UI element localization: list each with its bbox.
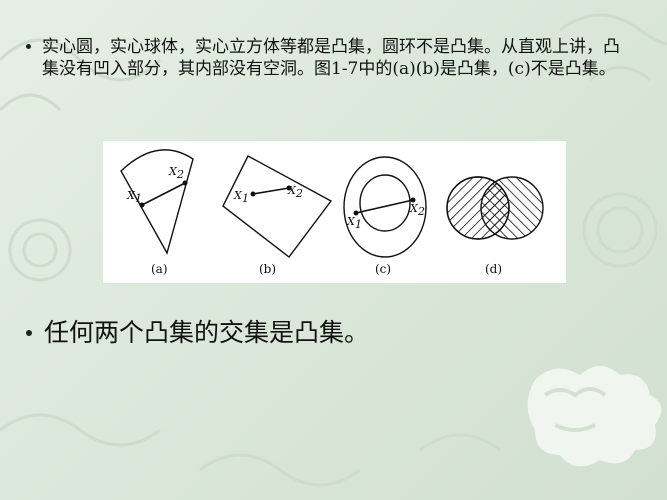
shape-d: (d)	[446, 176, 544, 276]
caption-a: (a)	[151, 262, 168, 276]
label-sub1-b: 1	[242, 192, 249, 205]
bullet-text-1: 实心圆，实心球体，实心立方体等都是凸集，圆环不是凸集。从直观上讲，凸集没有凹入部…	[42, 37, 620, 79]
bullet-item-1: 实心圆，实心球体，实心立方体等都是凸集，圆环不是凸集。从直观上讲，凸集没有凹入部…	[26, 36, 646, 80]
label-sub2-b: 2	[295, 187, 303, 200]
label-sub1-c: 1	[355, 218, 362, 231]
label-sub1-a: 1	[135, 192, 142, 205]
bullet-dot	[26, 330, 32, 336]
shape-c: X 1 X 2 (c)	[343, 156, 427, 276]
convex-set-figure: X 1 X 2 (a) X 1 X 2 (b) X 1 X 2 (c) (d)	[103, 141, 566, 283]
cloud-ornament	[527, 366, 662, 467]
bullet-item-2: 任何两个凸集的交集是凸集。	[26, 316, 626, 350]
bullet-dot	[26, 44, 31, 49]
label-sub2-c: 2	[417, 205, 425, 218]
figure-diagram: X 1 X 2 (a) X 1 X 2 (b) X 1 X 2 (c) (d)	[120, 149, 544, 276]
shape-a: X 1 X 2 (a)	[120, 149, 194, 276]
caption-c: (c)	[375, 262, 391, 276]
caption-b: (b)	[259, 262, 276, 276]
shape-b: X 1 X 2 (b)	[222, 155, 333, 276]
bullet-text-2: 任何两个凸集的交集是凸集。	[44, 318, 370, 347]
label-sub2-a: 2	[176, 168, 184, 181]
slide: 实心圆，实心球体，实心立方体等都是凸集，圆环不是凸集。从直观上讲，凸集没有凹入部…	[0, 0, 667, 500]
caption-d: (d)	[485, 262, 502, 276]
